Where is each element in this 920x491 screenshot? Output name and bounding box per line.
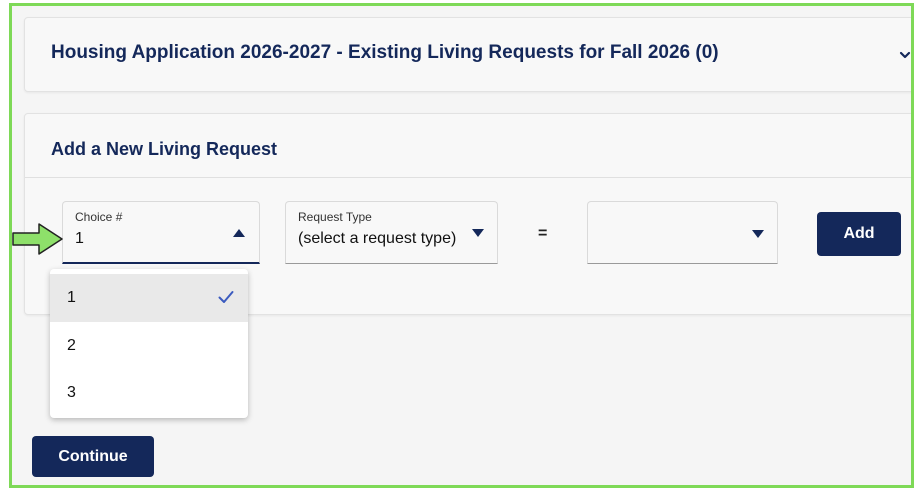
caret-down-icon bbox=[752, 230, 764, 238]
choice-dropdown-menu: 1 2 3 bbox=[50, 269, 248, 418]
request-value-select[interactable] bbox=[587, 201, 778, 264]
choice-option-2[interactable]: 2 bbox=[50, 322, 248, 370]
arrow-right-icon bbox=[12, 223, 63, 255]
choice-select[interactable]: Choice # 1 bbox=[62, 201, 260, 264]
option-label: 1 bbox=[67, 289, 76, 306]
page-frame: Housing Application 2026-2027 - Existing… bbox=[9, 3, 914, 488]
new-request-title: Add a New Living Request bbox=[51, 139, 278, 159]
choice-option-3[interactable]: 3 bbox=[50, 369, 248, 417]
continue-button[interactable]: Continue bbox=[32, 436, 154, 477]
caret-down-icon bbox=[472, 229, 484, 237]
existing-requests-panel[interactable]: Housing Application 2026-2027 - Existing… bbox=[24, 17, 912, 92]
equals-sign: = bbox=[538, 225, 548, 242]
choice-value: 1 bbox=[75, 230, 84, 247]
caret-up-icon bbox=[233, 229, 245, 237]
request-type-label: Request Type bbox=[298, 210, 372, 224]
new-request-header: Add a New Living Request bbox=[25, 114, 911, 178]
request-type-value: (select a request type) bbox=[298, 230, 457, 247]
choice-label: Choice # bbox=[75, 210, 123, 224]
option-label: 3 bbox=[67, 384, 76, 401]
check-icon bbox=[218, 291, 234, 303]
request-type-select[interactable]: Request Type (select a request type) bbox=[285, 201, 498, 264]
choice-option-1[interactable]: 1 bbox=[50, 274, 248, 322]
existing-requests-title[interactable]: Housing Application 2026-2027 - Existing… bbox=[51, 42, 719, 64]
option-label: 2 bbox=[67, 337, 76, 354]
chevron-down-icon[interactable] bbox=[898, 48, 912, 62]
add-button[interactable]: Add bbox=[817, 212, 901, 256]
